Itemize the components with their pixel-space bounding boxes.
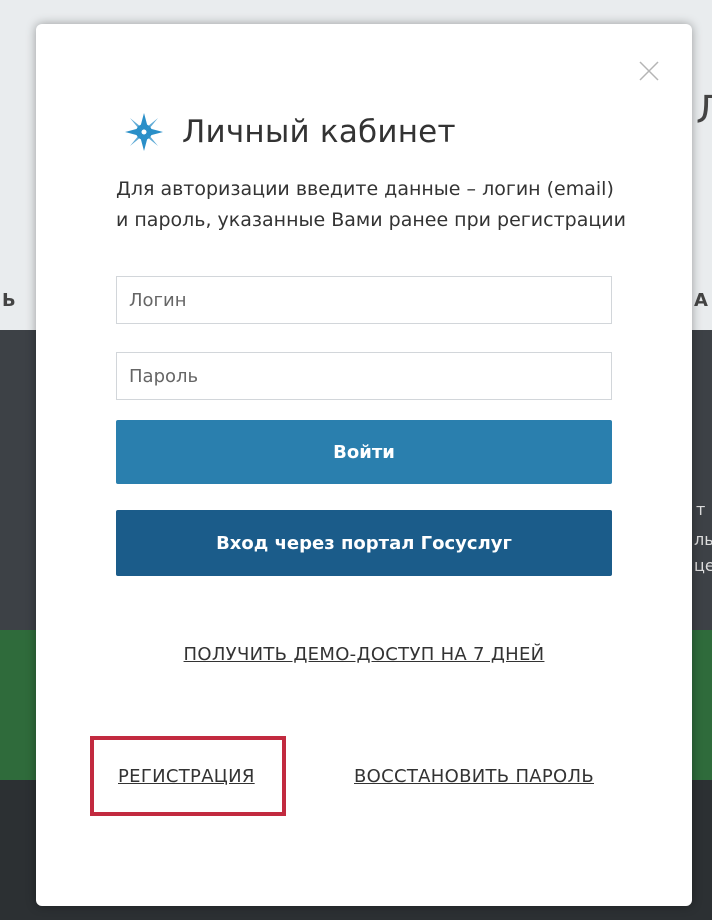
login-field-placeholder: Логин bbox=[129, 289, 187, 311]
background-text-fragment: т bbox=[696, 500, 706, 519]
background-text-fragment: А bbox=[694, 290, 708, 311]
restore-password-link[interactable]: ВОССТАНОВИТЬ ПАРОЛЬ bbox=[354, 766, 594, 787]
close-button[interactable] bbox=[634, 56, 664, 86]
login-instructions: Для авторизации введите данные – логин (… bbox=[116, 178, 626, 231]
register-link[interactable]: РЕГИСТРАЦИЯ bbox=[118, 766, 255, 787]
background-text-fragment: Ь bbox=[2, 290, 16, 311]
background-text-fragment: Л bbox=[696, 88, 712, 132]
demo-access-link[interactable]: ПОЛУЧИТЬ ДЕМО-ДОСТУП НА 7 ДНЕЙ bbox=[36, 644, 692, 665]
modal-header: Личный кабинет bbox=[124, 104, 456, 160]
gosuslugi-button-label: Вход через портал Госуслуг bbox=[216, 532, 512, 554]
password-field-placeholder: Пароль bbox=[129, 365, 199, 387]
gosuslugi-login-button[interactable]: Вход через портал Госуслуг bbox=[116, 510, 612, 576]
background-text-fragment: це bbox=[694, 556, 712, 575]
login-button-label: Войти bbox=[333, 441, 395, 463]
close-icon bbox=[639, 61, 659, 81]
modal-title: Личный кабинет bbox=[182, 114, 456, 150]
login-button[interactable]: Войти bbox=[116, 420, 612, 484]
login-field[interactable]: Логин bbox=[116, 276, 612, 324]
compass-icon bbox=[125, 113, 163, 151]
login-modal: Личный кабинет Для авторизации введите д… bbox=[36, 24, 692, 906]
background-text-fragment: ль bbox=[694, 530, 712, 549]
password-field[interactable]: Пароль bbox=[116, 352, 612, 400]
